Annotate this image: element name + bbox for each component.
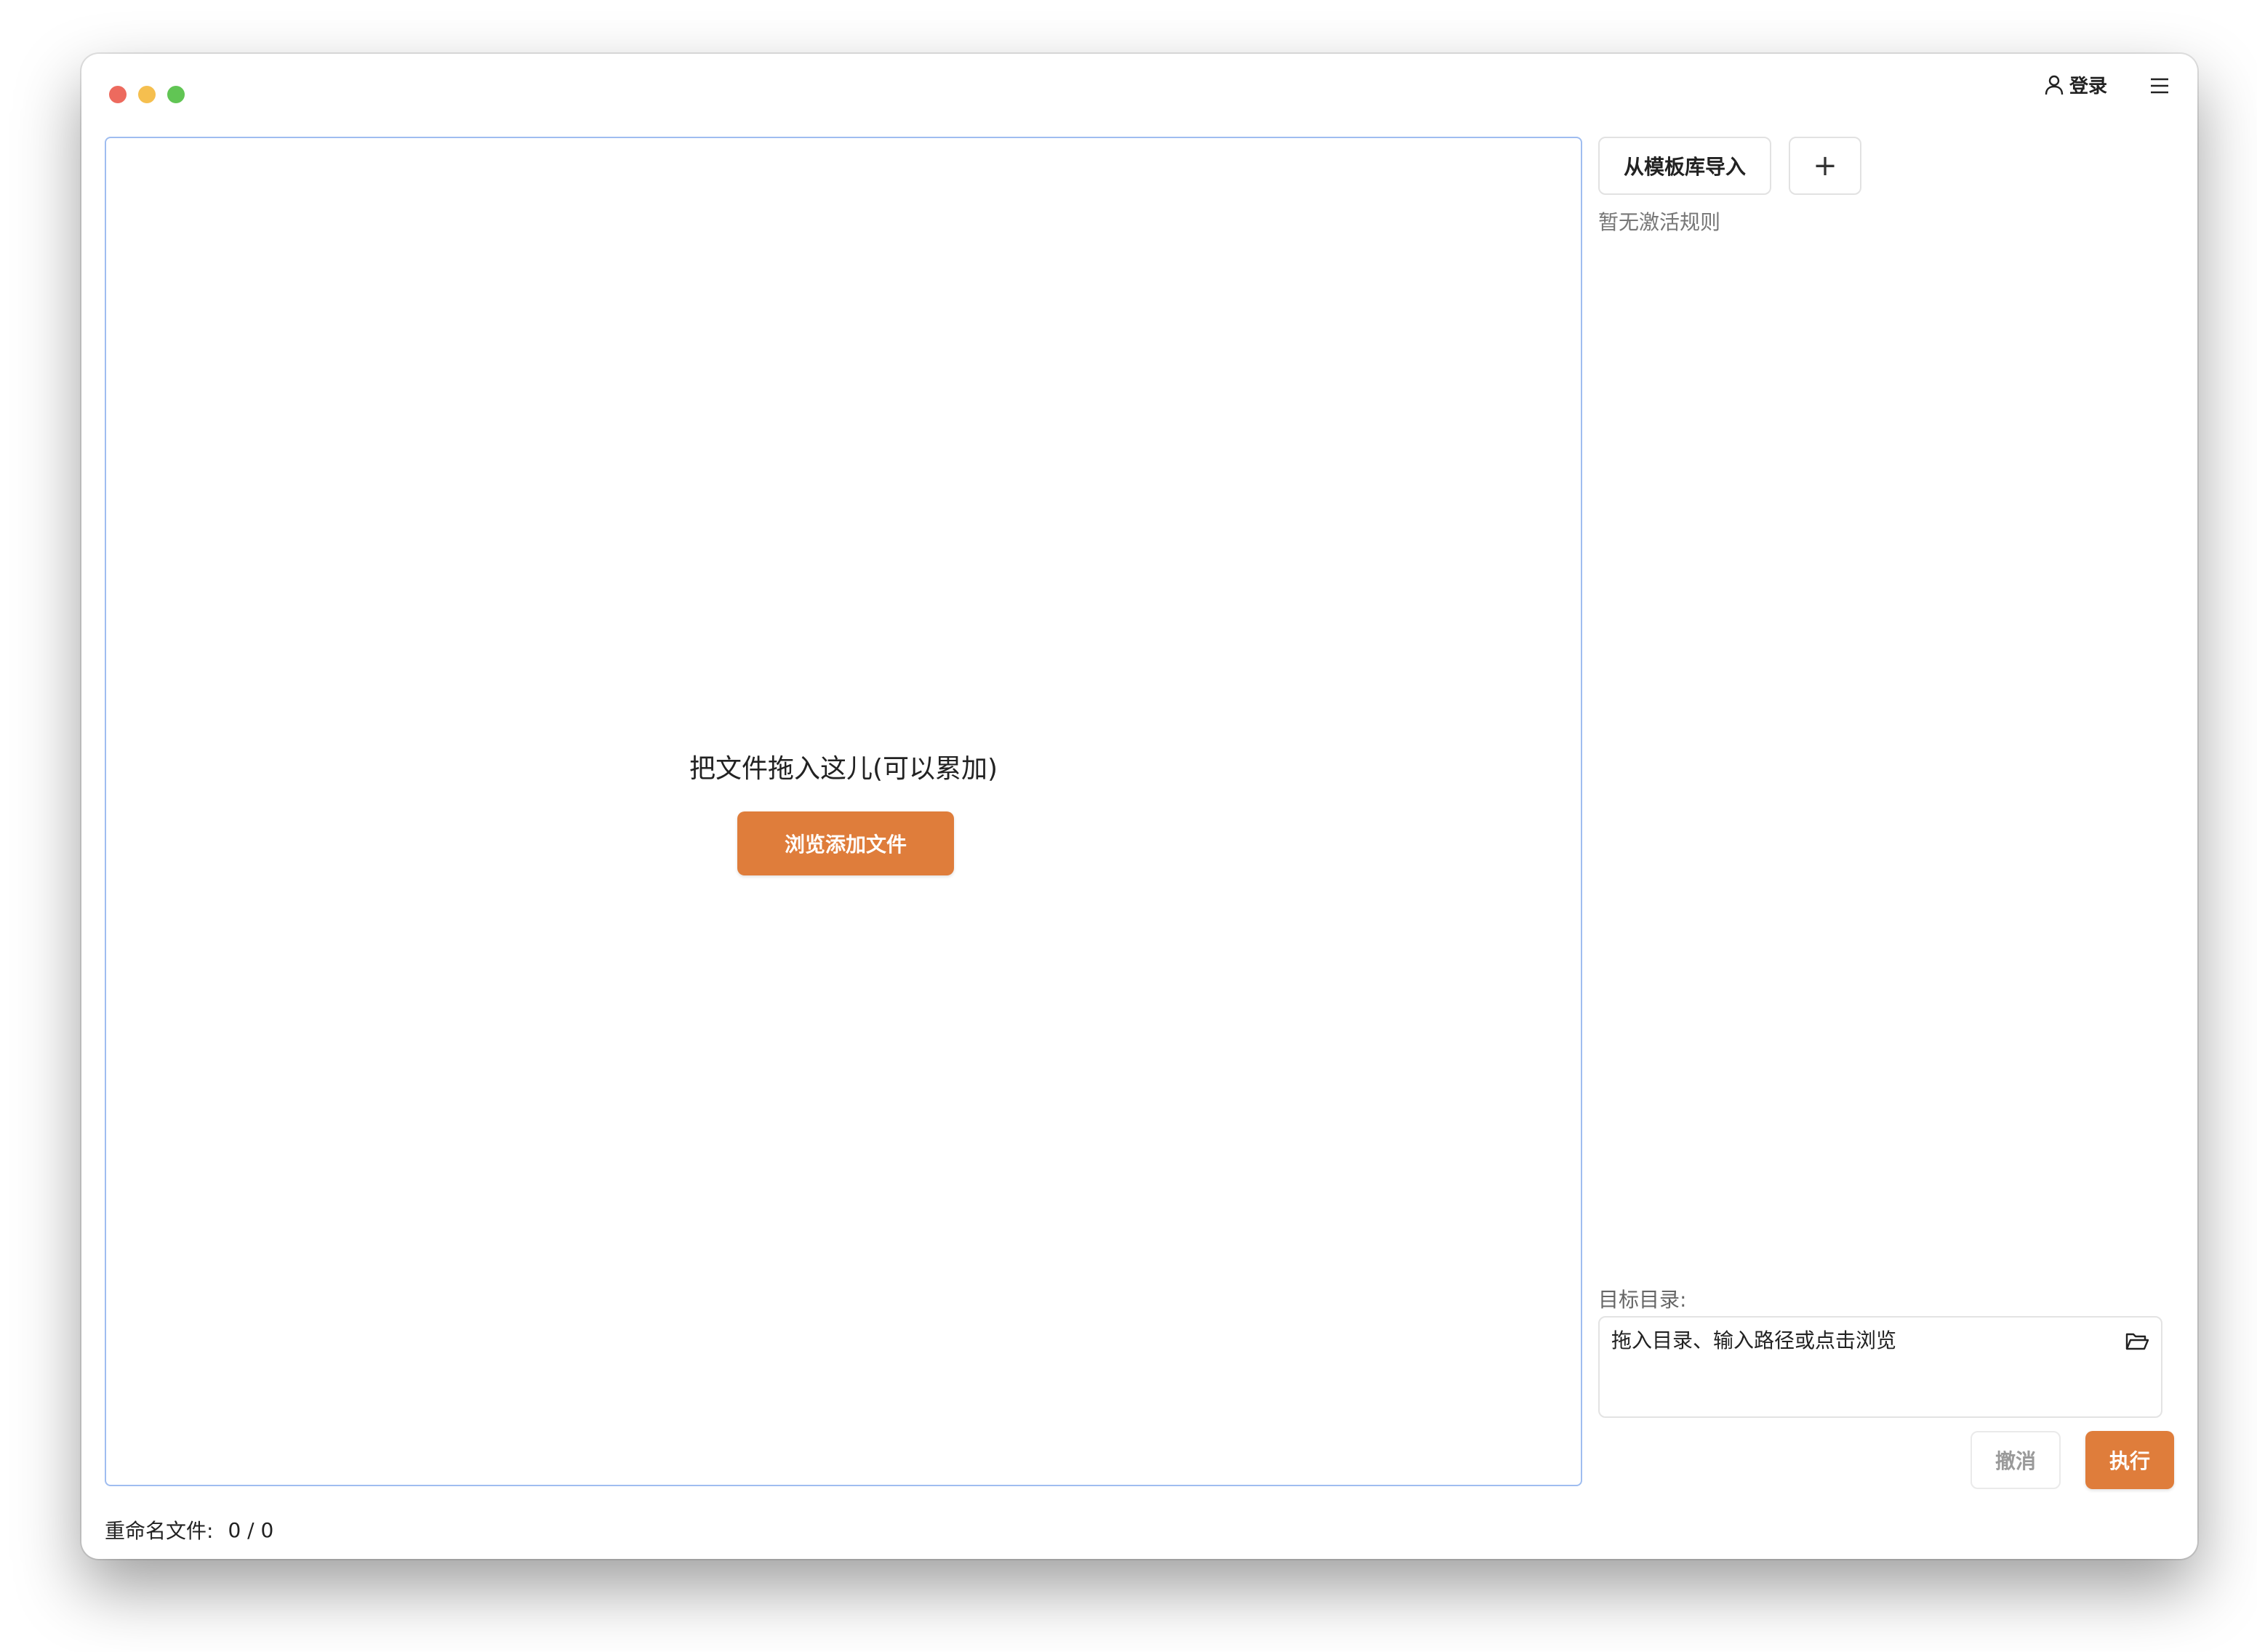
- folder-open-icon[interactable]: [2125, 1331, 2149, 1352]
- no-active-rules-text: 暂无激活规则: [1598, 210, 1721, 234]
- target-directory-input[interactable]: [1611, 1325, 2106, 1405]
- add-rule-button[interactable]: +: [1789, 137, 1861, 195]
- status-bar: 重命名文件: 0 / 0: [105, 1515, 273, 1544]
- hamburger-menu-icon[interactable]: [2145, 73, 2174, 99]
- execute-button[interactable]: 执行: [2085, 1431, 2174, 1489]
- undo-button[interactable]: 撤消: [1971, 1431, 2061, 1489]
- renamed-files-label: 重命名文件:: [105, 1519, 214, 1543]
- target-directory-label: 目标目录:: [1598, 1288, 1687, 1312]
- window-controls: [109, 86, 185, 103]
- login-label: 登录: [2069, 76, 2108, 97]
- close-window-button[interactable]: [109, 86, 127, 103]
- target-directory-field: [1598, 1316, 2162, 1418]
- user-icon: [2045, 75, 2064, 95]
- file-dropzone[interactable]: 把文件拖入这儿(可以累加) 浏览添加文件: [105, 137, 1582, 1486]
- app-window: 登录 把文件拖入这儿(可以累加) 浏览添加文件 从模板库导入 + 暂无激活规则 …: [81, 54, 2197, 1559]
- minimize-window-button[interactable]: [138, 86, 156, 103]
- login-button[interactable]: 登录: [2045, 71, 2107, 98]
- maximize-window-button[interactable]: [167, 86, 185, 103]
- import-from-template-button[interactable]: 从模板库导入: [1598, 137, 1771, 195]
- renamed-files-count: 0 / 0: [228, 1517, 274, 1542]
- dropzone-hint: 把文件拖入这儿(可以累加): [689, 754, 998, 784]
- browse-files-button[interactable]: 浏览添加文件: [737, 811, 954, 875]
